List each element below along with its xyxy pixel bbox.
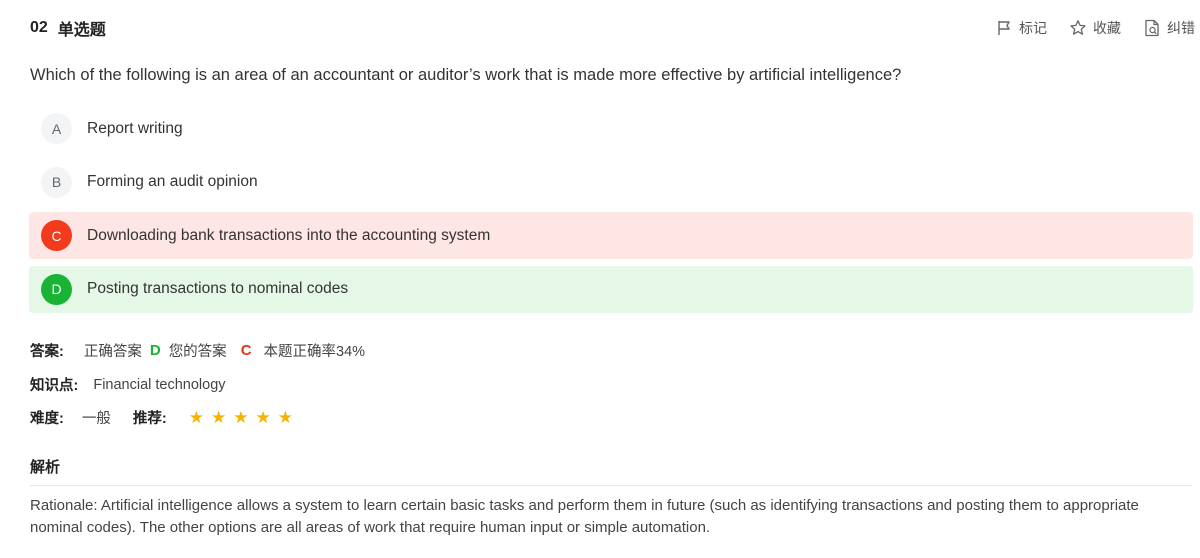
correct-answer-label: 正确答案 — [83, 344, 142, 360]
analysis-title: 解析 — [30, 459, 61, 476]
knowledge-row: 知识点: Financial technology — [30, 374, 226, 395]
star-icon: ★ — [255, 408, 271, 427]
difficulty-label: 难度: — [30, 411, 64, 427]
your-answer-label: 您的答案 — [168, 344, 227, 360]
recommend-label: 推荐: — [132, 411, 167, 427]
your-answer-value: C — [240, 342, 252, 359]
question-header: 02 单选题 标记 收藏 纠错 — [30, 14, 1195, 42]
error-report-icon — [1143, 19, 1161, 37]
flag-icon — [995, 19, 1013, 37]
option-letter: A — [41, 113, 72, 144]
mark-label: 标记 — [1019, 20, 1047, 36]
option-text: Downloading bank transactions into the a… — [87, 226, 491, 244]
star-icon: ★ — [188, 408, 204, 427]
question-text: Which of the following is an area of an … — [30, 66, 902, 84]
mark-button[interactable]: 标记 — [995, 18, 1047, 38]
question-number: 02 — [30, 19, 48, 36]
answer-label: 答案: — [30, 344, 64, 360]
correct-answer-value: D — [149, 342, 161, 359]
correct-rate: 本题正确率34% — [263, 344, 366, 360]
star-icon: ★ — [277, 408, 293, 427]
favorite-button[interactable]: 收藏 — [1069, 18, 1121, 38]
option-text: Report writing — [87, 119, 183, 137]
option-b[interactable]: B Forming an audit opinion — [29, 159, 1193, 206]
question-type: 单选题 — [57, 22, 106, 39]
report-error-label: 纠错 — [1167, 20, 1195, 36]
divider — [30, 485, 1192, 486]
star-outline-icon — [1069, 19, 1087, 37]
knowledge-value: Financial technology — [93, 376, 226, 393]
option-a[interactable]: A Report writing — [29, 105, 1193, 152]
answer-row: 答案: 正确答案 D 您的答案 C 本题正确率34% — [30, 340, 365, 361]
difficulty-row: 难度: 一般 推荐: ★ ★ ★ ★ ★ — [30, 407, 293, 428]
favorite-label: 收藏 — [1093, 20, 1121, 36]
report-error-button[interactable]: 纠错 — [1143, 18, 1195, 38]
option-letter: C — [41, 220, 72, 251]
option-letter: D — [41, 273, 72, 305]
option-d[interactable]: D Posting transactions to nominal codes — [29, 265, 1193, 313]
star-icon: ★ — [233, 408, 249, 427]
option-letter: B — [41, 166, 72, 198]
knowledge-label: 知识点: — [30, 378, 79, 394]
difficulty-value: 一般 — [81, 411, 111, 427]
options-list: A Report writing B Forming an audit opin… — [29, 105, 1193, 319]
analysis-text: Rationale: Artificial intelligence allow… — [30, 497, 1139, 536]
option-text: Forming an audit opinion — [87, 173, 258, 190]
question-actions: 标记 收藏 纠错 — [995, 18, 1195, 38]
option-c[interactable]: C Downloading bank transactions into the… — [29, 212, 1193, 259]
recommend-stars: ★ ★ ★ ★ ★ — [189, 409, 293, 426]
option-text: Posting transactions to nominal codes — [87, 280, 349, 297]
star-icon: ★ — [210, 408, 227, 427]
